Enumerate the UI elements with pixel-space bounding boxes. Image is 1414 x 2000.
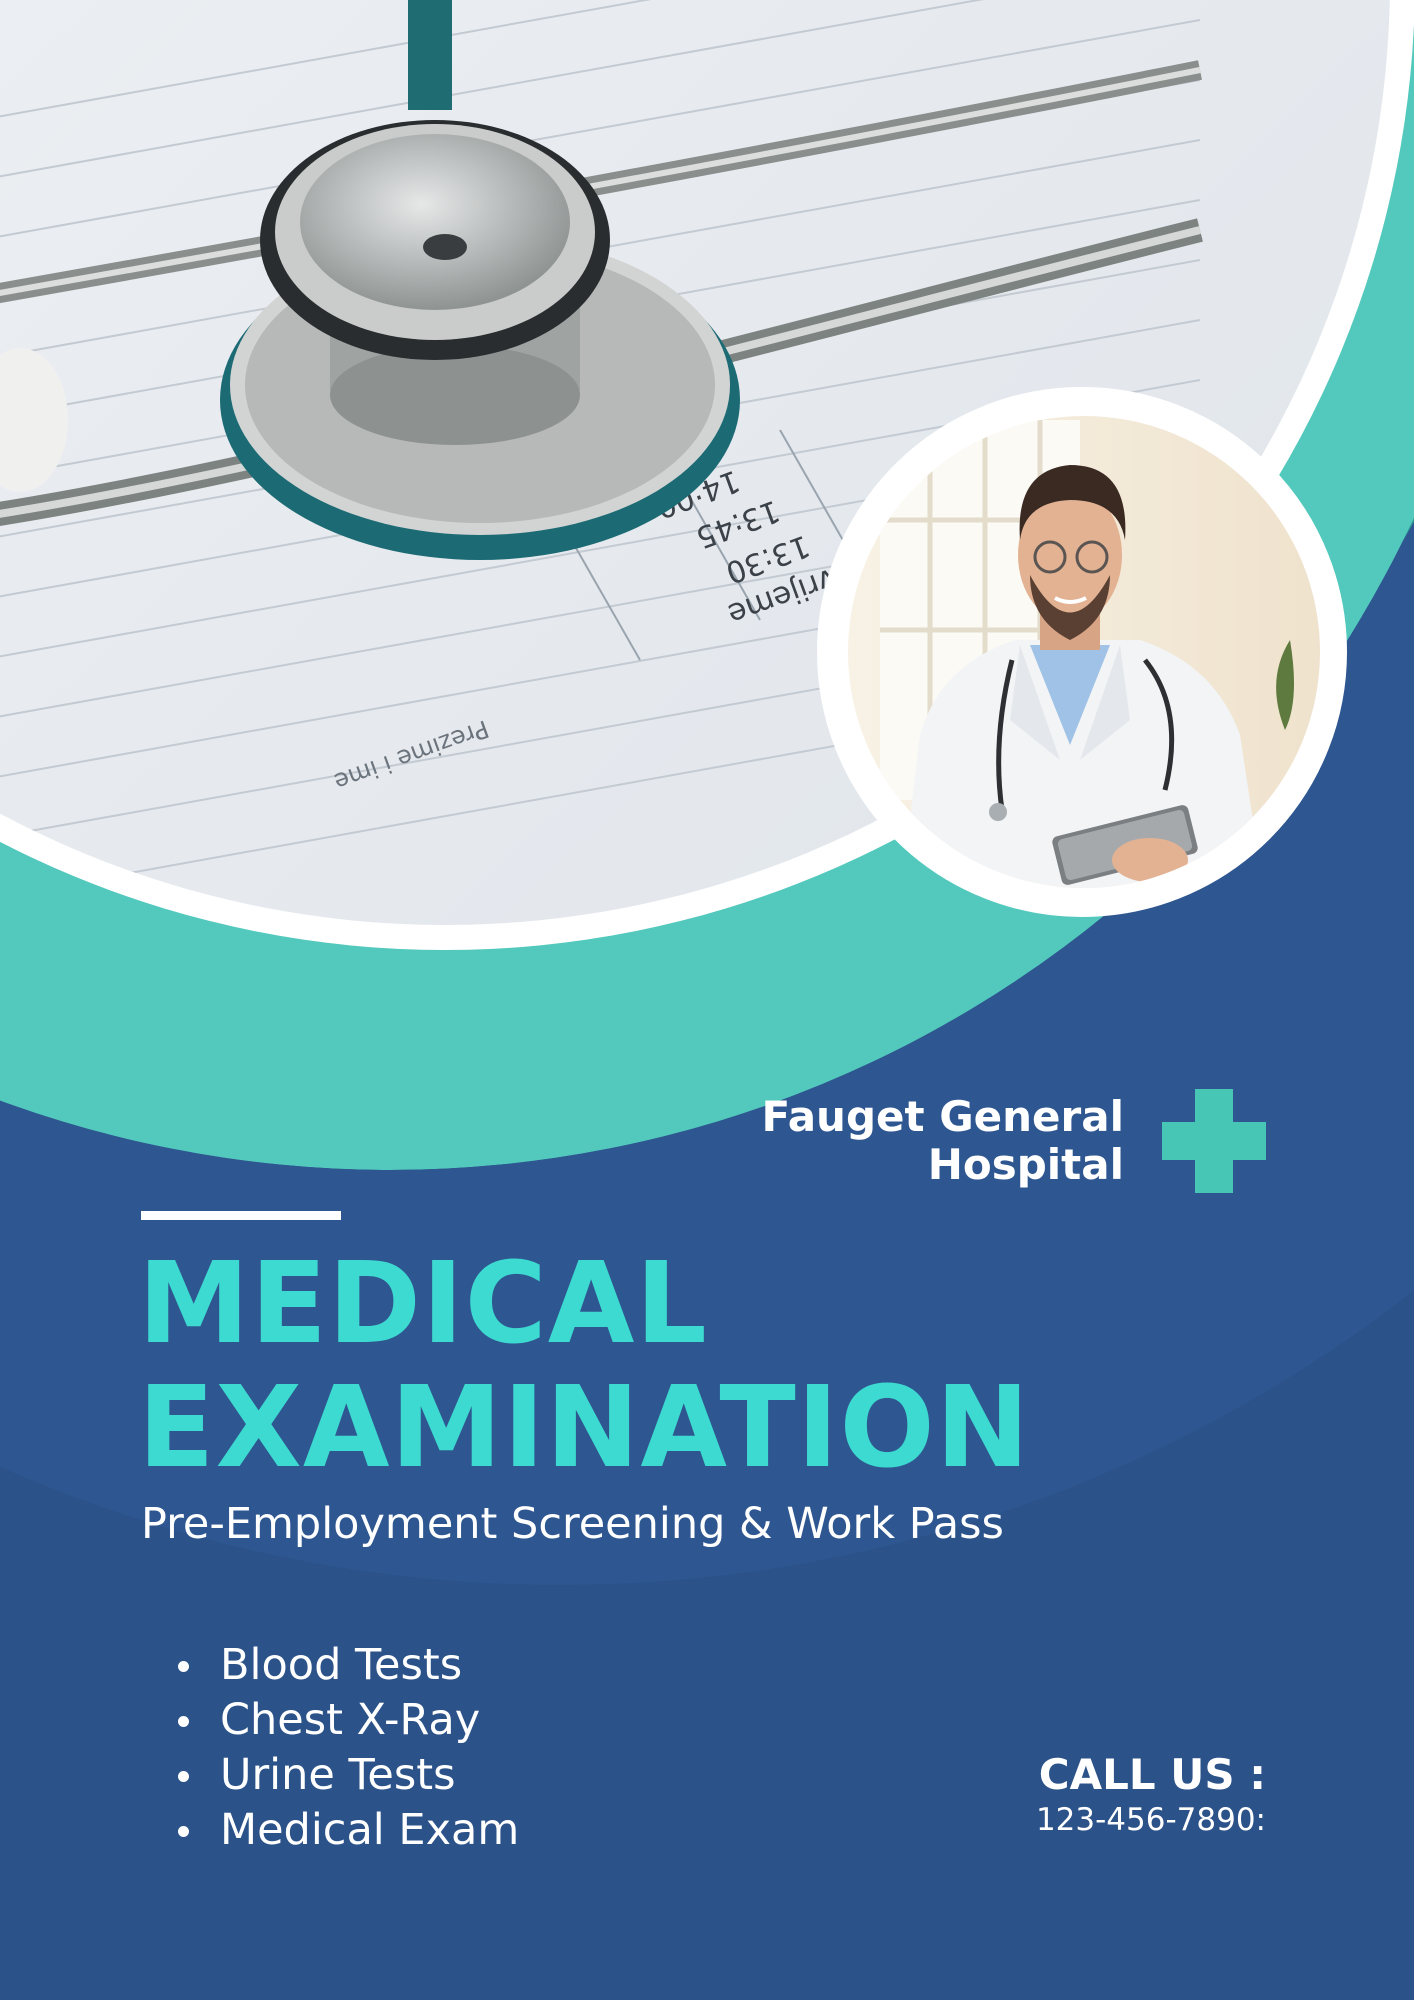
main-title: MEDICAL EXAMINATION xyxy=(138,1242,1030,1490)
subtitle: Pre-Employment Screening & Work Pass xyxy=(141,1499,1004,1549)
title-divider xyxy=(141,1211,341,1220)
list-item: Medical Exam xyxy=(168,1803,519,1858)
hospital-name-line2: Hospital xyxy=(927,1140,1124,1189)
services-list: Blood Tests Chest X-Ray Urine Tests Medi… xyxy=(168,1638,519,1858)
bullet-icon xyxy=(178,1826,189,1837)
hospital-name: Fauget General Hospital xyxy=(700,1093,1124,1189)
title-line1: MEDICAL xyxy=(138,1239,708,1369)
phone-number[interactable]: 123-456-7890: xyxy=(950,1800,1266,1840)
list-item-label: Chest X-Ray xyxy=(220,1695,481,1745)
title-line2: EXAMINATION xyxy=(138,1363,1031,1493)
list-item: Chest X-Ray xyxy=(168,1693,519,1748)
call-us-label: CALL US : xyxy=(1038,1750,1266,1799)
list-item: Urine Tests xyxy=(168,1748,519,1803)
bullet-icon xyxy=(178,1771,189,1782)
list-item: Blood Tests xyxy=(168,1638,519,1693)
hospital-name-line1: Fauget General xyxy=(761,1092,1124,1141)
flyer: 14:00 13:45 13:30 vrijeme Prezime i ime xyxy=(0,0,1414,2000)
list-item-label: Blood Tests xyxy=(220,1640,463,1690)
list-item-label: Urine Tests xyxy=(220,1750,456,1800)
medical-cross-icon xyxy=(1162,1089,1266,1193)
list-item-label: Medical Exam xyxy=(220,1805,520,1855)
bullet-icon xyxy=(178,1661,189,1672)
contact-block: CALL US : 123-456-7890: xyxy=(950,1750,1266,1840)
bullet-icon xyxy=(178,1716,189,1727)
